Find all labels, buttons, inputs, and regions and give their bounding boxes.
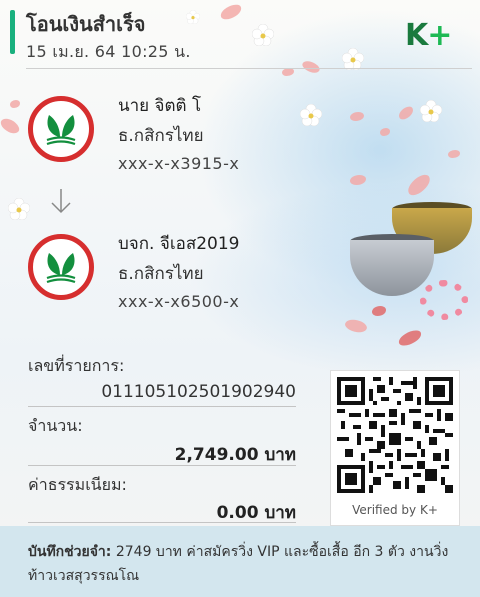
kbank-logo-icon bbox=[28, 96, 94, 162]
receiver-name: บจก. จีเอส2019 bbox=[118, 234, 240, 254]
transaction-datetime: 15 เม.ย. 64 10:25 น. bbox=[26, 42, 191, 61]
memo: บันทึกช่วยจำ: 2749 บาท ค่าสมัครวิ่ง VIP … bbox=[28, 540, 458, 588]
divider bbox=[28, 522, 296, 523]
amount-value: 2,749.00 บาท bbox=[174, 445, 296, 465]
page-title: โอนเงินสำเร็จ bbox=[26, 12, 146, 36]
divider bbox=[28, 465, 296, 466]
amount-label: จำนวน: bbox=[28, 416, 83, 435]
memo-label: บันทึกช่วยจำ: bbox=[28, 544, 112, 560]
fee-label: ค่าธรรมเนียม: bbox=[28, 475, 127, 494]
qr-verified-caption: Verified by K+ bbox=[352, 503, 438, 517]
header-accent-bar bbox=[10, 10, 15, 54]
receiver-account: xxx-x-x6500-x bbox=[118, 292, 240, 311]
kbank-logo-icon bbox=[28, 234, 94, 300]
sender-account: xxx-x-x3915-x bbox=[118, 154, 240, 173]
sender-name: นาย จิตติ โ bbox=[118, 96, 202, 116]
header-divider bbox=[26, 68, 472, 69]
verification-qr-card[interactable]: Verified by K+ bbox=[330, 370, 460, 526]
reference-label: เลขที่รายการ: bbox=[28, 356, 125, 375]
kplus-logo: K+ bbox=[405, 18, 452, 53]
receiver-bank: ธ.กสิกรไทย bbox=[118, 264, 204, 284]
sender-bank: ธ.กสิกรไทย bbox=[118, 126, 204, 146]
divider bbox=[28, 406, 296, 407]
arrow-down-icon bbox=[51, 189, 71, 214]
qr-code-icon bbox=[337, 377, 453, 493]
reference-number: 011105102501902940 bbox=[101, 382, 296, 402]
